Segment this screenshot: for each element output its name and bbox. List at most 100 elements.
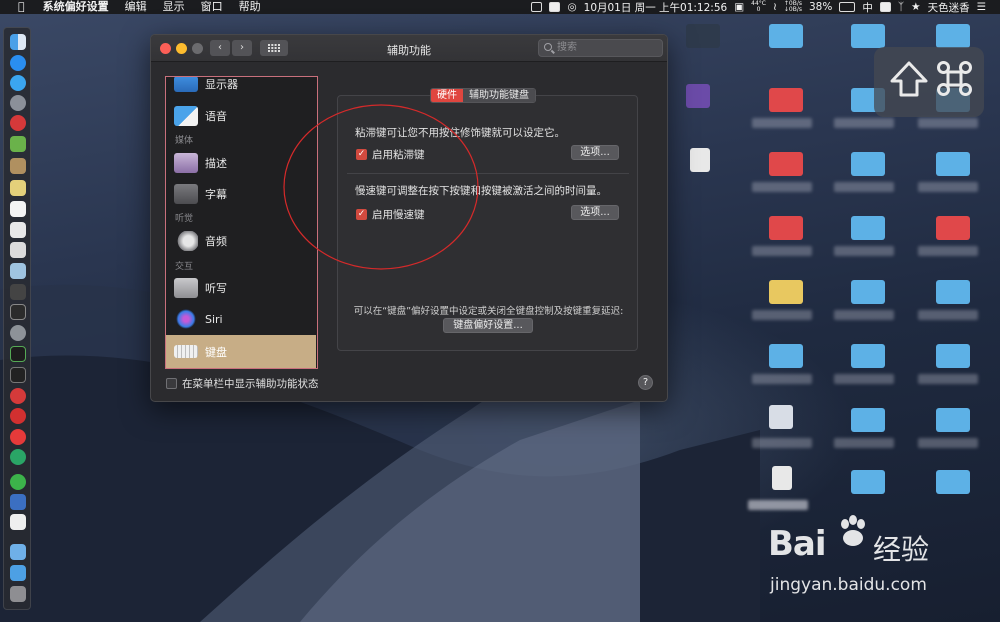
help-button[interactable]: ? bbox=[638, 375, 653, 390]
box-app-icon[interactable] bbox=[10, 158, 26, 174]
show-status-checkbox[interactable] bbox=[166, 378, 177, 389]
sheet-icon[interactable]: ▣ bbox=[734, 1, 744, 13]
activity-monitor-icon[interactable] bbox=[10, 346, 26, 362]
vivaldi-icon[interactable] bbox=[10, 388, 26, 404]
battery-icon[interactable] bbox=[839, 2, 856, 12]
user-name[interactable]: 天色迷香 bbox=[928, 0, 970, 15]
battery-percent[interactable]: 38% bbox=[809, 1, 832, 13]
folder-icon[interactable] bbox=[10, 565, 26, 581]
sidebar-item-audio[interactable]: 音频 bbox=[166, 226, 316, 256]
folder-icon[interactable] bbox=[769, 24, 803, 48]
search-field[interactable]: 搜索 bbox=[538, 39, 663, 57]
slow-keys-options-button[interactable]: 选项... bbox=[571, 205, 619, 220]
notification-icon[interactable]: ☰ bbox=[977, 1, 986, 13]
sidebar-section-hearing: 听觉 bbox=[175, 214, 194, 224]
folder-icon[interactable] bbox=[686, 24, 720, 48]
keyboard-preferences-button[interactable]: 键盘偏好设置... bbox=[443, 318, 533, 333]
bluetooth-icon[interactable]: ᛉ bbox=[898, 1, 904, 13]
folder-icon[interactable] bbox=[769, 344, 803, 368]
word-icon[interactable] bbox=[10, 494, 26, 510]
menu-bar:  系统偏好设置 编辑 显示 窗口 帮助 ◎ 10月01日 周一 上午01:12… bbox=[0, 0, 1000, 14]
green-app-icon[interactable] bbox=[10, 449, 26, 465]
tab-accessibility-keyboard[interactable]: 辅助功能键盘 bbox=[463, 89, 535, 102]
notes-icon[interactable] bbox=[10, 180, 26, 196]
folder-icon[interactable] bbox=[936, 216, 970, 240]
sidebar-item-siri[interactable]: Siri bbox=[166, 304, 316, 334]
folder-icon[interactable] bbox=[851, 216, 885, 240]
sidebar-item-captions[interactable]: 字幕 bbox=[166, 179, 316, 209]
tab-hardware[interactable]: 硬件 bbox=[431, 89, 463, 102]
folder-icon[interactable] bbox=[936, 280, 970, 304]
trash-icon[interactable] bbox=[10, 586, 26, 602]
sidebar-list[interactable]: 显示器 语音 媒体 描述 字幕 听觉 音频 交互 听写 Siri 键盘 bbox=[165, 76, 318, 369]
file-icon[interactable] bbox=[772, 466, 792, 490]
show-status-in-menubar[interactable]: 在菜单栏中显示辅助功能状态 bbox=[166, 376, 319, 391]
system-preferences-icon[interactable] bbox=[10, 325, 26, 341]
yandex-icon[interactable] bbox=[10, 429, 26, 445]
menu-view[interactable]: 显示 bbox=[155, 0, 193, 14]
star-icon[interactable]: ★ bbox=[911, 1, 920, 13]
folder-icon[interactable] bbox=[851, 280, 885, 304]
sidebar-section-interaction: 交互 bbox=[175, 262, 194, 272]
s-app-icon[interactable] bbox=[879, 2, 891, 12]
folder-icon[interactable] bbox=[851, 470, 885, 494]
folder-icon[interactable] bbox=[936, 344, 970, 368]
folder-icon[interactable] bbox=[936, 152, 970, 176]
folder-icon[interactable] bbox=[851, 344, 885, 368]
sticky-keys-checkbox[interactable]: ✓ bbox=[356, 149, 367, 160]
menu-edit[interactable]: 编辑 bbox=[117, 0, 155, 14]
file-icon[interactable] bbox=[690, 148, 710, 172]
app-store-icon[interactable] bbox=[10, 55, 26, 71]
menu-app-name[interactable]: 系统偏好设置 bbox=[35, 0, 117, 14]
sidebar-item-display[interactable]: 显示器 bbox=[166, 77, 316, 99]
android-icon[interactable] bbox=[10, 136, 26, 152]
sidebar-item-label: 听写 bbox=[205, 282, 227, 295]
sidebar-item-speech[interactable]: 语音 bbox=[166, 101, 316, 131]
finder-icon[interactable] bbox=[10, 34, 26, 50]
safari-icon[interactable] bbox=[10, 75, 26, 91]
search-placeholder: 搜索 bbox=[557, 42, 577, 53]
input-method[interactable]: 中 bbox=[862, 0, 873, 15]
folder-icon[interactable] bbox=[769, 88, 803, 112]
red-app-icon[interactable] bbox=[10, 115, 26, 131]
sidebar-item-descriptions[interactable]: 描述 bbox=[166, 148, 316, 178]
sidebar-item-keyboard[interactable]: 键盘 bbox=[166, 335, 316, 368]
menu-help[interactable]: 帮助 bbox=[231, 0, 269, 14]
downloads-folder-icon[interactable] bbox=[10, 544, 26, 560]
textedit-icon[interactable] bbox=[10, 222, 26, 238]
folder-icon[interactable] bbox=[936, 24, 970, 48]
folder-icon[interactable] bbox=[769, 152, 803, 176]
sticky-keys-options-button[interactable]: 选项... bbox=[571, 145, 619, 160]
folder-icon[interactable] bbox=[936, 470, 970, 494]
desktop-icon-label bbox=[834, 374, 894, 384]
folder-icon[interactable] bbox=[851, 152, 885, 176]
folder-icon[interactable] bbox=[851, 408, 885, 432]
script-icon[interactable] bbox=[10, 284, 26, 300]
calendar-icon[interactable] bbox=[10, 201, 26, 217]
document-icon[interactable] bbox=[10, 242, 26, 258]
desktop-icon-label bbox=[752, 438, 812, 448]
section-divider bbox=[347, 173, 629, 174]
folder-icon[interactable] bbox=[769, 280, 803, 304]
preview-icon[interactable] bbox=[10, 263, 26, 279]
c-app-icon[interactable] bbox=[549, 2, 561, 12]
app-icon[interactable] bbox=[686, 84, 710, 108]
wifi-icon[interactable]: ≀ bbox=[773, 1, 777, 13]
apple-logo-icon[interactable]:  bbox=[0, 0, 35, 14]
terminal-icon[interactable] bbox=[10, 304, 26, 320]
wechat-icon[interactable] bbox=[10, 474, 26, 490]
folder-icon[interactable] bbox=[851, 24, 885, 48]
menu-window[interactable]: 窗口 bbox=[193, 0, 231, 14]
paper-icon[interactable] bbox=[10, 514, 26, 530]
folder-icon[interactable] bbox=[769, 216, 803, 240]
clock-datetime[interactable]: 10月01日 周一 上午01:12:56 bbox=[584, 0, 728, 15]
folder-icon[interactable] bbox=[936, 408, 970, 432]
globe-icon[interactable]: ◎ bbox=[567, 1, 576, 13]
screen-icon[interactable] bbox=[531, 2, 543, 12]
console-icon[interactable] bbox=[10, 367, 26, 383]
sidebar-item-dictation[interactable]: 听写 bbox=[166, 273, 316, 303]
launchpad-icon[interactable] bbox=[10, 95, 26, 111]
netease-music-icon[interactable] bbox=[10, 408, 26, 424]
app-icon[interactable] bbox=[769, 405, 793, 429]
slow-keys-checkbox[interactable]: ✓ bbox=[356, 209, 367, 220]
